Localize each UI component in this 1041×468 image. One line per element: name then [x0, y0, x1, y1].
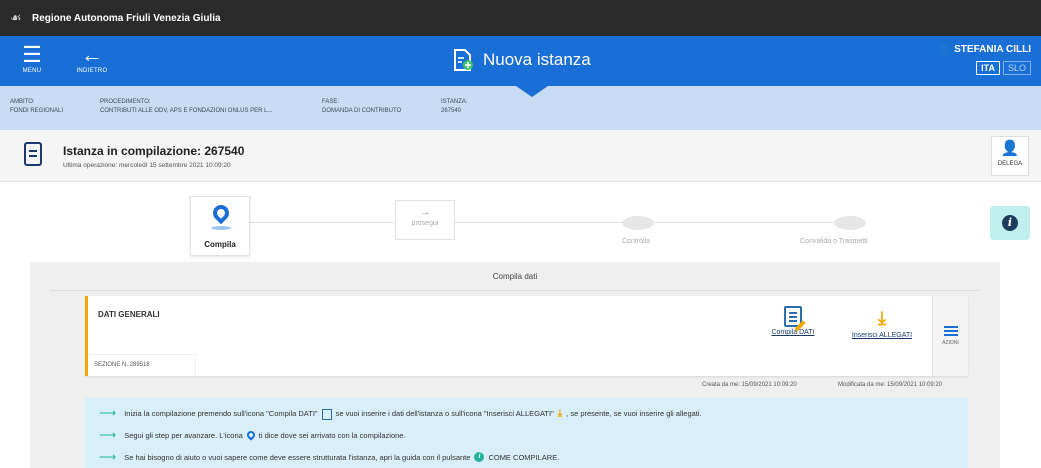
inserisci-allegati-button[interactable]: ⤓ Inserisci ALLEGATI: [848, 306, 916, 339]
tip-text: Segui gli step per avanzare. L'icona: [124, 430, 243, 440]
new-document-icon: [453, 49, 473, 71]
arrow-right-icon: ⟶: [99, 428, 117, 442]
menu-label: MENU: [22, 68, 42, 74]
inserisci-allegati-label: Inserisci ALLEGATI: [851, 332, 913, 339]
tip-text: , se presente, se vuoi inserire gli alle…: [566, 408, 702, 418]
section-number: SEZIONE N. 289518: [88, 354, 196, 376]
breadcrumb-key: ISTANZA:: [441, 99, 468, 105]
section-divider: [50, 290, 980, 291]
tip-1: ⟶ Inizia la compilazione premendo sull'i…: [99, 406, 702, 420]
prosegui-button[interactable]: → prosegui: [395, 200, 455, 240]
info-icon: i: [1002, 215, 1018, 231]
app-header: ☰ MENU ← INDIETRO Nuova istanza 👤 STEFANI…: [0, 36, 1041, 86]
delega-button[interactable]: 👤 DELEGA: [991, 136, 1029, 176]
stepper: Compila → prosegui Controlla Convalida o…: [0, 182, 1041, 260]
pin-shadow: [211, 226, 231, 230]
last-operation: Ultima operazione: mercoledì 15 settembr…: [63, 162, 231, 169]
content-area: Compila dati DATI GENERALI SEZIONE N. 28…: [30, 262, 1000, 468]
back-label: INDIETRO: [76, 68, 108, 74]
user-name: STEFANIA CILLI: [954, 44, 1031, 55]
region-name: Regione Autonoma Friuli Venezia Giulia: [32, 12, 221, 24]
info-icon: i: [474, 452, 485, 462]
breadcrumb-value: DOMANDA DI CONTRIBUTO: [322, 108, 402, 114]
user-area: 👤 STEFANIA CILLI ITA SLO: [938, 44, 1031, 75]
arrow-right-icon: ⟶: [99, 450, 117, 464]
breadcrumb-fase: FASE: DOMANDA DI CONTRIBUTO: [322, 98, 401, 116]
step-convalida-label: Convalida o Trasmetti: [800, 238, 868, 245]
region-bar: ☙ Regione Autonoma Friuli Venezia Giulia: [0, 0, 1041, 36]
breadcrumb-value: 267540: [441, 108, 462, 114]
instance-bar: Istanza in compilazione: 267540 Ultima o…: [0, 130, 1041, 182]
azioni-label: AZIONI: [942, 340, 959, 346]
lang-ita-button[interactable]: ITA: [976, 61, 1000, 75]
step-convalida-dot: [834, 216, 866, 230]
delega-label: DELEGA: [997, 161, 1023, 167]
header-pointer: [516, 86, 548, 97]
modified-info: Modificata da me: 15/09/2021 10:09:20: [838, 382, 943, 388]
tip-text: Se hai bisogno di aiuto o vuoi sapere co…: [124, 452, 471, 462]
azioni-menu-button[interactable]: AZIONI: [932, 296, 968, 376]
tip-text: COME COMPILARE.: [488, 452, 560, 462]
step-compila[interactable]: Compila: [190, 196, 250, 256]
tip-2: ⟶ Segui gli step per avanzare. L'icona t…: [99, 428, 406, 442]
hamburger-icon: ☰: [22, 42, 42, 67]
step-compila-label: Compila: [204, 240, 236, 249]
menu-button[interactable]: ☰ MENU: [12, 42, 52, 75]
breadcrumb-key: FASE:: [322, 99, 340, 105]
breadcrumb-value: FONDI REGIONALI: [10, 108, 64, 114]
download-icon: ⤓: [557, 407, 563, 419]
lang-slo-button[interactable]: SLO: [1002, 61, 1031, 75]
section-title: Compila dati: [492, 272, 538, 281]
language-switch: ITA SLO: [938, 61, 1031, 75]
compila-dati-button[interactable]: Compila DATI: [765, 306, 821, 336]
user-profile[interactable]: 👤 STEFANIA CILLI: [938, 44, 1031, 55]
tip-text: se vuoi inserire i dati dell'istanza o s…: [335, 408, 554, 418]
tip-text: Inizia la compilazione premendo sull'ico…: [124, 408, 318, 418]
edit-document-icon: [784, 306, 806, 332]
back-button[interactable]: ← INDIETRO: [72, 42, 112, 75]
step-controlla-dot: [622, 216, 654, 230]
user-icon: 👤: [937, 44, 951, 55]
breadcrumb-key: PROCEDIMENTO:: [100, 99, 151, 105]
tip-3: ⟶ Se hai bisogno di aiuto o vuoi sapere …: [99, 450, 559, 464]
region-crest-icon: ☙: [10, 10, 22, 25]
download-icon: ⤓: [878, 308, 886, 328]
breadcrumb-key: AMBITO:: [10, 99, 35, 105]
breadcrumb-value: CONTRIBUTI ALLE ODV, APS E FONDAZIONI ON…: [100, 108, 273, 114]
info-button[interactable]: i: [990, 206, 1030, 240]
user-share-icon: 👤: [1000, 140, 1020, 157]
page-title: Nuova istanza: [453, 49, 591, 71]
card-title: DATI GENERALI: [98, 310, 160, 319]
location-pin-icon: [209, 201, 233, 225]
created-info: Creata da me: 15/09/2021 10:09:20: [702, 382, 797, 388]
location-pin-icon: [245, 429, 257, 441]
document-icon: [24, 142, 42, 166]
arrow-left-icon: ←: [81, 42, 103, 67]
breadcrumb-ambito: AMBITO: FONDI REGIONALI: [10, 98, 63, 116]
step-controlla-label: Controlla: [622, 238, 651, 245]
arrow-right-icon: ⟶: [99, 406, 117, 420]
help-tips: ⟶ Inizia la compilazione premendo sull'i…: [85, 398, 968, 468]
page-title-text: Nuova istanza: [483, 50, 591, 69]
prosegui-label: prosegui: [411, 220, 439, 227]
breadcrumb-istanza: ISTANZA: 267540: [441, 98, 468, 116]
hamburger-icon: [943, 326, 958, 336]
breadcrumb-procedimento: PROCEDIMENTO: CONTRIBUTI ALLE ODV, APS E…: [100, 98, 273, 116]
instance-title: Istanza in compilazione: 267540: [63, 144, 245, 158]
stepper-line: [240, 222, 860, 223]
compila-dati-label: Compila DATI: [771, 329, 815, 336]
tip-text: ti dice dove sei arrivato con la compila…: [258, 430, 406, 440]
arrow-right-icon: →: [419, 206, 431, 218]
edit-document-icon: [321, 408, 332, 420]
dati-generali-card: DATI GENERALI SEZIONE N. 289518 Compila …: [85, 296, 968, 376]
